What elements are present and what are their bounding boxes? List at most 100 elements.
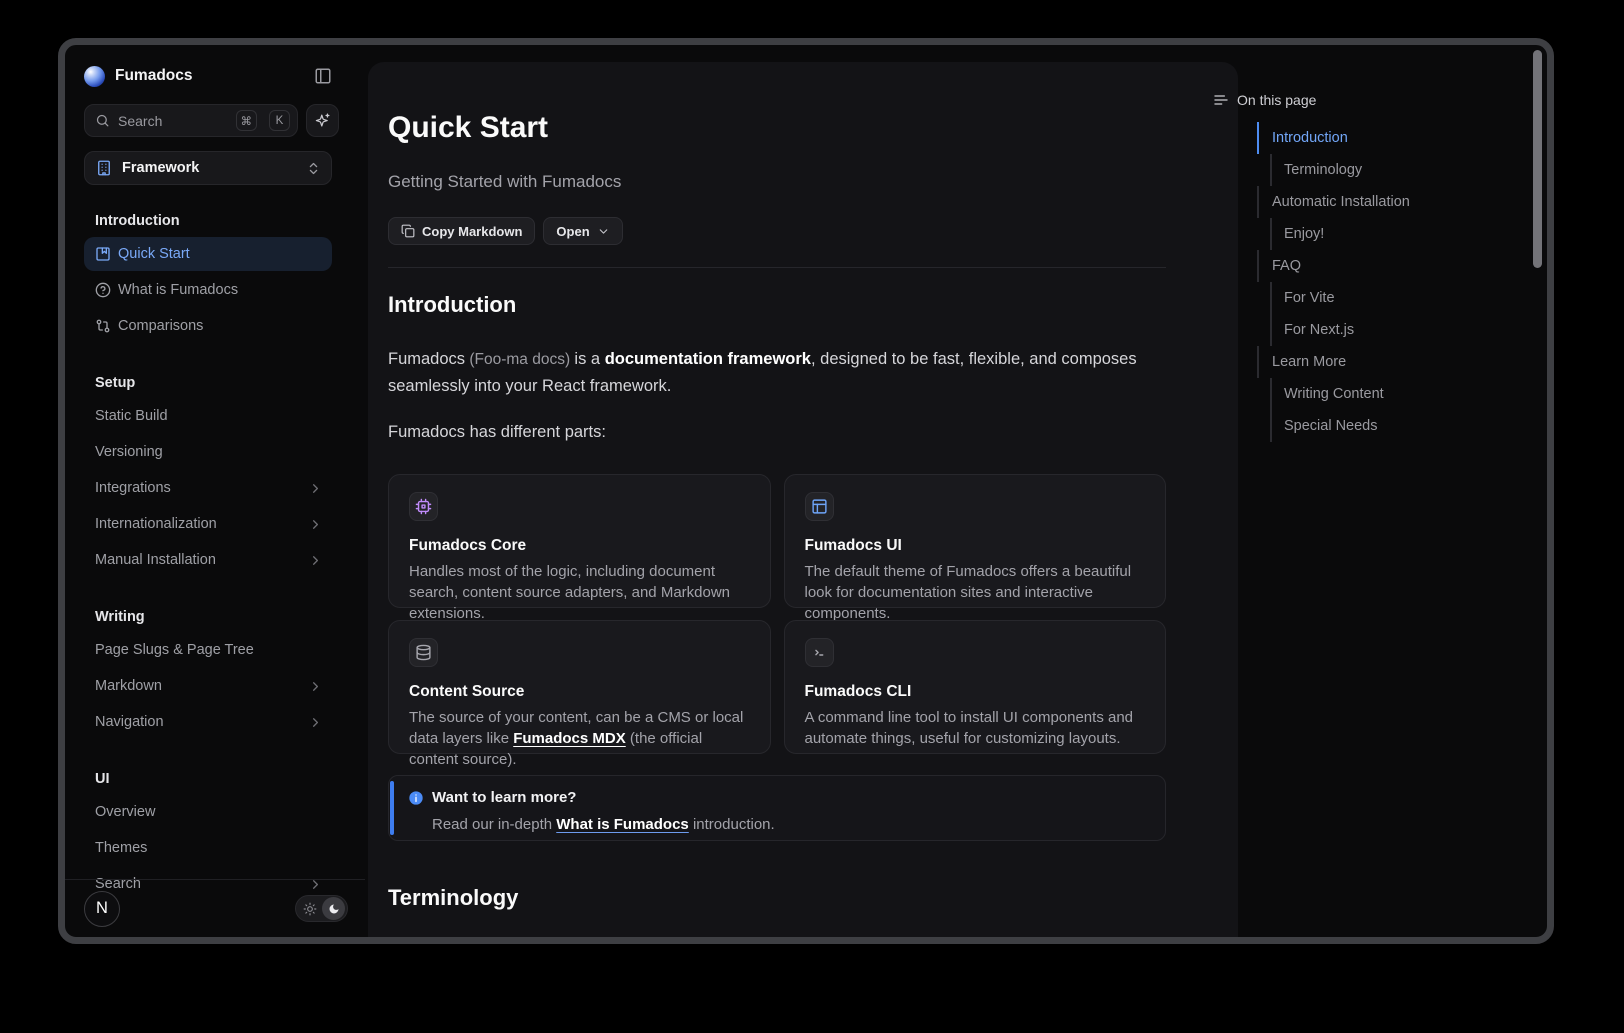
sidebar-item-label: Quick Start xyxy=(118,246,190,262)
copy-markdown-label: Copy Markdown xyxy=(422,224,522,239)
terminology-term: Markdown/MDX: xyxy=(388,941,516,944)
sidebar-item-internationalization[interactable]: Internationalization xyxy=(84,507,332,541)
sidebar-item-label: Navigation xyxy=(95,714,164,730)
sidebar-item-label: Themes xyxy=(95,840,147,856)
table-of-contents: On this page Introduction Terminology Au… xyxy=(1213,45,1554,937)
sidebar-item-page-slugs[interactable]: Page Slugs & Page Tree xyxy=(84,633,332,667)
nav-section-title: Setup xyxy=(84,373,332,393)
terminology-heading: Terminology xyxy=(388,885,1166,911)
callout-text: Read our in-depth xyxy=(432,816,556,833)
sidebar-item-comparisons[interactable]: Comparisons xyxy=(84,309,332,343)
card-title: Fumadocs CLI xyxy=(805,683,1146,701)
sparkles-icon xyxy=(314,112,331,129)
sidebar-item-what-is-fumadocs[interactable]: What is Fumadocs xyxy=(84,273,332,307)
sidebar-item-themes[interactable]: Themes xyxy=(84,831,332,865)
fumadocs-logo xyxy=(84,66,105,87)
sidebar-item-label: Markdown xyxy=(95,678,162,694)
cpu-icon xyxy=(409,492,438,521)
sidebar-item-label: Static Build xyxy=(95,408,168,424)
sidebar-item-manual-installation[interactable]: Manual Installation xyxy=(84,543,332,577)
window-scrollbar-thumb[interactable] xyxy=(1533,50,1542,268)
framework-selector-label: Framework xyxy=(122,160,199,176)
toc-item-enjoy[interactable]: Enjoy! xyxy=(1270,218,1537,250)
sidebar-item-quick-start[interactable]: Quick Start xyxy=(84,237,332,271)
sidebar-footer: N xyxy=(65,879,365,937)
search-placeholder: Search xyxy=(118,113,228,129)
search-row: Search ⌘ K xyxy=(84,104,339,137)
terminal-icon xyxy=(805,638,834,667)
panel-left-icon xyxy=(314,67,332,85)
nextjs-avatar[interactable]: N xyxy=(84,891,120,927)
sidebar-nav: Introduction Quick Start What is Fumadoc… xyxy=(84,185,332,903)
sidebar-item-label: What is Fumadocs xyxy=(118,282,238,298)
layout-panels-icon xyxy=(805,492,834,521)
toc-item-writing-content[interactable]: Writing Content xyxy=(1270,378,1537,410)
kbd-cmd: ⌘ xyxy=(236,110,258,131)
terminology-paragraph: Markdown/MDX: Markdown is a markup langu… xyxy=(388,937,1166,944)
brand-title: Fumadocs xyxy=(115,67,193,85)
introduction-heading: Introduction xyxy=(388,292,1166,318)
toc-item-introduction[interactable]: Introduction xyxy=(1257,122,1537,154)
info-icon xyxy=(408,790,424,806)
nav-section-title: Introduction xyxy=(84,211,332,231)
book-icon xyxy=(95,246,111,262)
copy-icon xyxy=(401,224,415,238)
search-input[interactable]: Search ⌘ K xyxy=(84,104,298,137)
card-description: Handles most of the logic, including doc… xyxy=(409,561,750,624)
toc-item-for-nextjs[interactable]: For Next.js xyxy=(1270,314,1537,346)
chevron-right-icon xyxy=(308,517,323,532)
sidebar-item-versioning[interactable]: Versioning xyxy=(84,435,332,469)
toc-header-label: On this page xyxy=(1237,92,1316,108)
sidebar-item-integrations[interactable]: Integrations xyxy=(84,471,332,505)
toc-item-special-needs[interactable]: Special Needs xyxy=(1270,410,1537,442)
sidebar-item-label: Comparisons xyxy=(118,318,203,334)
ai-assistant-button[interactable] xyxy=(306,104,339,137)
sidebar-item-static-build[interactable]: Static Build xyxy=(84,399,332,433)
align-left-icon xyxy=(1213,92,1229,108)
callout-text: introduction. xyxy=(689,816,775,833)
toc-item-for-vite[interactable]: For Vite xyxy=(1270,282,1537,314)
sidebar-item-markdown[interactable]: Markdown xyxy=(84,669,332,703)
card-description: The source of your content, can be a CMS… xyxy=(409,707,750,770)
chevron-right-icon xyxy=(308,715,323,730)
header-divider xyxy=(388,267,1166,268)
theme-toggle[interactable] xyxy=(295,895,348,922)
card-content-source[interactable]: Content Source The source of your conten… xyxy=(388,620,771,754)
sidebar-item-label: Overview xyxy=(95,804,155,820)
intro-text: is a xyxy=(574,350,604,368)
card-description: A command line tool to install UI compon… xyxy=(805,707,1146,749)
toc-item-terminology[interactable]: Terminology xyxy=(1270,154,1537,186)
card-fumadocs-core[interactable]: Fumadocs Core Handles most of the logic,… xyxy=(388,474,771,608)
chevron-right-icon xyxy=(308,679,323,694)
nav-section-title: Writing xyxy=(84,607,332,627)
intro-text: Fumadocs xyxy=(388,350,465,368)
sidebar-item-label: Page Slugs & Page Tree xyxy=(95,642,254,658)
sidebar-item-overview[interactable]: Overview xyxy=(84,795,332,829)
search-icon xyxy=(95,113,110,128)
fumadocs-mdx-link[interactable]: Fumadocs MDX xyxy=(513,730,626,747)
sidebar-collapse-button[interactable] xyxy=(314,67,332,85)
kbd-k: K xyxy=(269,110,290,131)
copy-markdown-button[interactable]: Copy Markdown xyxy=(388,217,535,245)
sidebar-item-navigation[interactable]: Navigation xyxy=(84,705,332,739)
info-callout: Want to learn more? Read our in-depth Wh… xyxy=(388,775,1166,841)
what-is-fumadocs-link[interactable]: What is Fumadocs xyxy=(556,816,689,833)
moon-toggle-active[interactable] xyxy=(322,897,345,920)
page-actions: Copy Markdown Open xyxy=(388,217,1166,245)
framework-selector[interactable]: Framework xyxy=(84,151,332,185)
callout-body: Read our in-depth What is Fumadocs intro… xyxy=(432,816,1149,833)
toc-item-automatic-installation[interactable]: Automatic Installation xyxy=(1257,186,1537,218)
open-button[interactable]: Open xyxy=(543,217,622,245)
toc-list: Introduction Terminology Automatic Insta… xyxy=(1257,122,1537,442)
chevron-right-icon xyxy=(308,553,323,568)
card-description: The default theme of Fumadocs offers a b… xyxy=(805,561,1146,624)
toc-item-learn-more[interactable]: Learn More xyxy=(1257,346,1537,378)
sun-icon[interactable] xyxy=(303,902,317,916)
toc-item-faq[interactable]: FAQ xyxy=(1257,250,1537,282)
card-fumadocs-ui[interactable]: Fumadocs UI The default theme of Fumadoc… xyxy=(784,474,1167,608)
chevron-down-icon xyxy=(597,225,610,238)
page-title: Quick Start xyxy=(388,110,1166,146)
app-window: Fumadocs Search ⌘ K xyxy=(58,38,1554,944)
intro-bold-text: documentation framework xyxy=(605,350,811,368)
card-fumadocs-cli[interactable]: Fumadocs CLI A command line tool to inst… xyxy=(784,620,1167,754)
